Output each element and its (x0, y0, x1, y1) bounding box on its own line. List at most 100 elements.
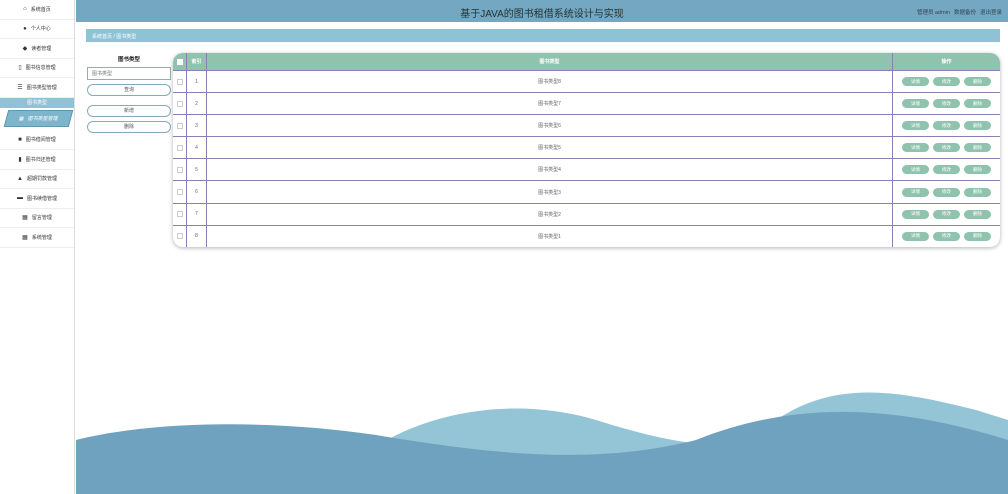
row-type: 图书类型2 (207, 203, 893, 225)
book-type-input[interactable] (87, 67, 171, 80)
row-checkbox[interactable] (176, 122, 183, 129)
detail-button[interactable]: 详情 (902, 209, 929, 219)
row-type: 图书类型7 (207, 93, 893, 115)
edit-button[interactable]: 修改 (933, 165, 960, 175)
sidebar-group-book-type[interactable]: 图书类型 (0, 97, 74, 108)
sidebar-item[interactable]: ■ 图书借阅管理 (0, 131, 74, 150)
row-checkbox[interactable] (176, 78, 183, 85)
row-checkbox[interactable] (176, 144, 183, 151)
query-button[interactable]: 查询 (87, 84, 171, 96)
row-checkbox[interactable] (176, 233, 183, 240)
breadcrumb-current: 图书类型 (116, 34, 137, 40)
row-checkbox[interactable] (176, 100, 183, 107)
grid-icon: ▦ (22, 234, 28, 241)
row-index: 2 (187, 93, 207, 115)
row-index: 6 (187, 181, 207, 203)
app-title: 基于JAVA的图书租借系统设计与实现 (460, 9, 624, 20)
breadcrumb-home[interactable]: 系统首页 (92, 34, 112, 40)
table-row: 4 图书类型5 详情 修改 删除 (173, 136, 1000, 159)
sidebar-item[interactable]: ▮ 图书归还管理 (0, 150, 74, 170)
top-header: 基于JAVA的图书租借系统设计与实现 管理员 admin 数据备份 退出登录 (76, 0, 1008, 22)
header-index: 索引 (187, 53, 207, 70)
row-type: 图书类型8 (207, 71, 893, 93)
sidebar-item[interactable]: ▯ 图书信息管理 (0, 59, 74, 78)
detail-button[interactable]: 详情 (902, 99, 929, 109)
backup-link[interactable]: 数据备份 (954, 8, 976, 16)
sidebar-item-label: 图书信息管理 (25, 65, 56, 72)
table-row: 1 图书类型8 详情 修改 删除 (173, 70, 1000, 93)
row-checkbox[interactable] (176, 211, 183, 218)
sidebar-item-label: 图书借阅管理 (25, 137, 56, 144)
sidebar-item[interactable]: ☰ 图书类型管理 (0, 78, 74, 98)
row-index: 7 (187, 203, 207, 225)
book-icon: ▯ (18, 65, 22, 72)
search-label: 图书类型 (117, 57, 140, 63)
detail-button[interactable]: 详情 (902, 143, 929, 153)
header-actions: 操作 (941, 59, 952, 65)
sidebar: ⌂ 系统首页 ● 个人中心 ◆ 读者管理 ▯ 图书信息管理 ☰ 图书类型管理 图书类型 ▦ 图书类型… (0, 0, 75, 494)
wave-decoration (76, 392, 1008, 494)
detail-button[interactable]: 详情 (902, 231, 929, 241)
detail-button[interactable]: 详情 (902, 165, 929, 175)
person-icon: ▲ (17, 175, 23, 182)
row-delete-button[interactable]: 删除 (964, 121, 991, 131)
edit-button[interactable]: 修改 (933, 121, 960, 131)
edit-button[interactable]: 修改 (933, 77, 960, 87)
table-row: 3 图书类型6 详情 修改 删除 (173, 114, 1000, 137)
grid-icon: ▦ (18, 115, 25, 121)
header-type: 图书类型 (207, 53, 893, 70)
row-type: 图书类型1 (207, 225, 893, 247)
sidebar-item[interactable]: ▦ 留言管理 (0, 209, 74, 228)
sidebar-item-book-type-manage[interactable]: ▦ 图书类型管理 (3, 109, 74, 127)
edit-button[interactable]: 修改 (933, 99, 960, 109)
user-icon: ● (23, 25, 27, 32)
row-delete-button[interactable]: 删除 (964, 143, 991, 153)
row-index: 4 (187, 137, 207, 159)
sidebar-item-label: 留言管理 (31, 215, 52, 222)
sidebar-item[interactable]: ◆ 读者管理 (0, 39, 74, 59)
table-row: 6 图书类型3 详情 修改 删除 (173, 180, 1000, 203)
table-header: 索引 图书类型 操作 (173, 53, 1000, 70)
delete-button[interactable]: 删除 (87, 121, 171, 133)
breadcrumb: 系统首页 / 图书类型 (86, 29, 1000, 42)
chart-icon: ▮ (18, 156, 22, 163)
edit-button[interactable]: 修改 (933, 187, 960, 197)
row-checkbox[interactable] (176, 166, 183, 173)
detail-button[interactable]: 详情 (902, 77, 929, 87)
detail-button[interactable]: 详情 (902, 121, 929, 131)
home-icon: ⌂ (23, 6, 27, 13)
sidebar-item[interactable]: ▲ 超期罚款管理 (0, 170, 74, 189)
table-row: 5 图书类型4 详情 修改 删除 (173, 158, 1000, 181)
list-icon: ☰ (17, 84, 23, 91)
row-delete-button[interactable]: 删除 (964, 231, 991, 241)
detail-button[interactable]: 详情 (902, 187, 929, 197)
row-index: 3 (187, 115, 207, 137)
row-checkbox[interactable] (176, 189, 183, 196)
row-delete-button[interactable]: 删除 (964, 209, 991, 219)
table-row: 8 图书类型1 详情 修改 删除 (173, 224, 1000, 247)
sidebar-item[interactable]: ▦ 系统管理 (0, 228, 74, 248)
sidebar-item[interactable]: ⌂ 系统首页 (0, 0, 74, 20)
monitor-icon: ▬ (16, 195, 23, 202)
edit-button[interactable]: 修改 (933, 209, 960, 219)
clipboard-icon: ■ (18, 136, 22, 143)
row-delete-button[interactable]: 删除 (964, 187, 991, 197)
select-all-checkbox[interactable] (176, 58, 183, 65)
logout-link[interactable]: 退出登录 (980, 8, 1002, 16)
add-button[interactable]: 新增 (87, 105, 171, 117)
data-table: 索引 图书类型 操作 1 图书类型8 详情 修改 删除 2 图书类型7 详情 修改 删除… (173, 53, 1000, 247)
sidebar-item-label: 图书类型管理 (26, 115, 59, 122)
edit-button[interactable]: 修改 (933, 143, 960, 153)
table-row: 2 图书类型7 详情 修改 删除 (173, 92, 1000, 115)
row-delete-button[interactable]: 删除 (964, 77, 991, 87)
row-delete-button[interactable]: 删除 (964, 99, 991, 109)
sidebar-item-label: 系统首页 (30, 6, 51, 13)
row-index: 5 (187, 159, 207, 181)
table-row: 7 图书类型2 详情 修改 删除 (173, 202, 1000, 225)
sidebar-item[interactable]: ▬ 图书续借管理 (0, 189, 74, 209)
sidebar-item-label: 系统管理 (31, 234, 52, 241)
sidebar-item[interactable]: ● 个人中心 (0, 20, 74, 39)
row-type: 图书类型6 (207, 115, 893, 137)
row-delete-button[interactable]: 删除 (964, 165, 991, 175)
edit-button[interactable]: 修改 (933, 231, 960, 241)
